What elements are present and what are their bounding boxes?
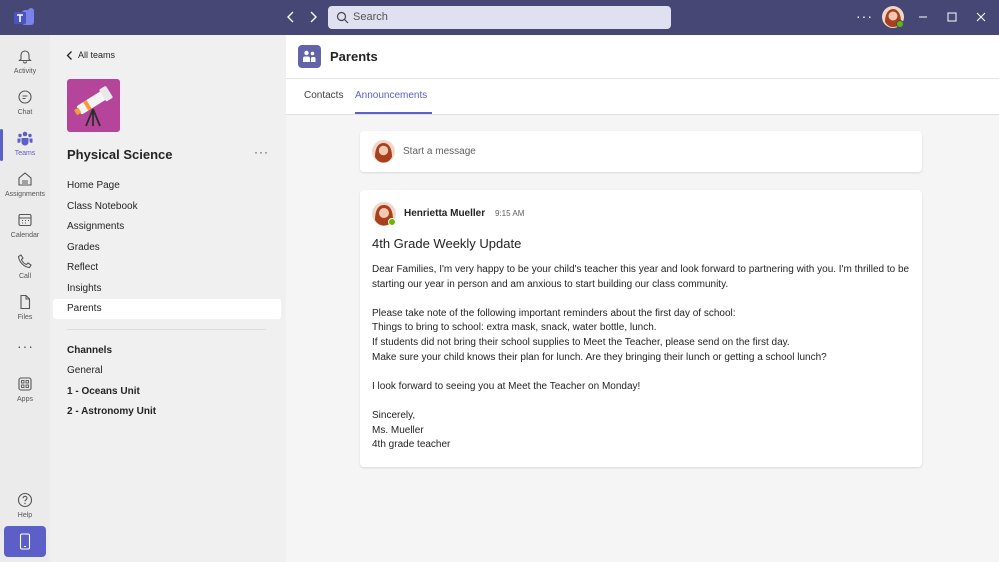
nav-item-insights[interactable]: Insights <box>53 279 281 299</box>
rail-item-activity[interactable]: Activity <box>0 43 50 83</box>
calendar-icon <box>18 213 32 227</box>
rail-item-assignments[interactable]: Assignments <box>0 166 50 206</box>
post-body-line <box>372 365 912 380</box>
back-arrow-icon[interactable] <box>283 9 299 25</box>
post-body-line <box>372 394 912 409</box>
channel-general[interactable]: General <box>67 365 103 376</box>
rail-label: Apps <box>17 396 33 403</box>
announcement-post: Henrietta Mueller 9:15 AM 4th Grade Week… <box>360 190 922 467</box>
post-body-line: Sincerely, <box>372 409 416 421</box>
forward-arrow-icon[interactable] <box>305 9 321 25</box>
help-icon <box>17 492 33 508</box>
minimize-icon[interactable] <box>916 10 930 24</box>
post-subject: 4th Grade Weekly Update <box>372 236 522 251</box>
nav-item-reflect[interactable]: Reflect <box>53 258 281 278</box>
post-body: Dear Families, I'm very happy to be your… <box>372 263 912 453</box>
people-icon <box>303 50 316 62</box>
rail-label: Assignments <box>4 191 46 198</box>
nav-item-grades[interactable]: Grades <box>53 238 281 258</box>
post-body-line: Dear Families, I'm very happy to be your… <box>372 264 910 290</box>
more-options-icon[interactable]: ··· <box>856 8 873 24</box>
compose-placeholder: Start a message <box>403 146 476 157</box>
team-sidebar: All teams Physical Science ··· Home Page… <box>50 35 286 562</box>
team-name: Physical Science <box>67 147 173 162</box>
rail-item-teams[interactable]: Teams <box>0 125 50 165</box>
team-more-options-icon[interactable]: ··· <box>254 145 269 159</box>
rail-label: Files <box>17 314 33 321</box>
chevron-left-icon <box>66 51 72 60</box>
rail-item-call[interactable]: Call <box>0 248 50 288</box>
post-author: Henrietta Mueller <box>404 208 486 219</box>
chat-icon <box>18 90 32 104</box>
compose-box[interactable]: Start a message <box>360 131 922 172</box>
post-body-line: Ms. Mueller <box>372 424 424 436</box>
post-body-line: Please take note of the following import… <box>372 307 736 319</box>
rail-item-apps[interactable]: Apps <box>0 371 50 411</box>
title-bar: Search ··· <box>0 0 999 35</box>
telescope-icon <box>74 86 113 127</box>
rail-label: Teams <box>14 150 36 157</box>
file-icon <box>20 294 31 310</box>
nav-item-home-page[interactable]: Home Page <box>53 176 281 196</box>
channels-heading: Channels <box>67 345 113 356</box>
tab-bar: Contacts Announcements <box>286 79 999 115</box>
phone-icon <box>17 254 32 269</box>
post-body-line: 4th grade teacher <box>372 439 451 451</box>
tab-announcements[interactable]: Announcements <box>355 90 427 101</box>
all-teams-label: All teams <box>78 50 116 60</box>
post-timestamp: 9:15 AM <box>495 209 525 218</box>
all-teams-link[interactable]: All teams <box>66 50 115 60</box>
teams-logo-icon[interactable] <box>13 8 35 27</box>
assignments-icon <box>18 172 32 186</box>
sidebar-divider <box>67 329 266 330</box>
tab-contacts[interactable]: Contacts <box>304 90 343 101</box>
post-body-line: Things to bring to school: extra mask, s… <box>372 322 657 334</box>
post-body-line: Make sure your child knows their plan fo… <box>372 351 827 363</box>
post-body-line <box>372 292 912 307</box>
post-body-line: I look forward to seeing you at Meet the… <box>372 380 641 392</box>
rail-label: Calendar <box>10 232 40 239</box>
rail-item-calendar[interactable]: Calendar <box>0 207 50 247</box>
phone-device-icon <box>19 533 31 550</box>
channel-astronomy-unit[interactable]: 2 - Astronomy Unit <box>67 406 156 417</box>
channel-header: Parents <box>286 35 999 79</box>
nav-item-class-notebook[interactable]: Class Notebook <box>53 197 281 217</box>
channel-oceans-unit[interactable]: 1 - Oceans Unit <box>67 386 140 397</box>
channel-title: Parents <box>330 49 378 64</box>
rail-item-help[interactable]: Help <box>0 487 50 527</box>
active-tab-indicator <box>355 112 432 114</box>
user-avatar[interactable] <box>882 6 904 28</box>
rail-item-files[interactable]: Files <box>0 289 50 329</box>
rail-label: Call <box>18 273 32 280</box>
apps-icon <box>18 377 32 391</box>
search-input[interactable]: Search <box>328 6 671 29</box>
user-avatar <box>372 140 395 163</box>
maximize-icon[interactable] <box>945 10 959 24</box>
rail-label: Activity <box>13 68 37 75</box>
channel-avatar <box>298 45 321 68</box>
nav-item-parents[interactable]: Parents <box>53 299 281 319</box>
rail-label: Chat <box>17 109 33 116</box>
mobile-device-button[interactable] <box>4 526 46 557</box>
search-placeholder: Search <box>353 11 388 23</box>
close-icon[interactable] <box>974 10 988 24</box>
nav-item-assignments[interactable]: Assignments <box>53 217 281 237</box>
rail-item-chat[interactable]: Chat <box>0 84 50 124</box>
team-avatar <box>67 79 120 132</box>
post-body-line: If students did not bring their school s… <box>372 336 790 348</box>
author-avatar[interactable] <box>372 202 396 226</box>
bell-icon <box>18 50 32 64</box>
main-content: Parents Contacts Announcements Start a m… <box>286 35 999 562</box>
search-icon <box>336 11 349 24</box>
more-apps-icon[interactable]: ··· <box>17 338 34 354</box>
app-rail: Activity Chat Teams Assignments Calendar… <box>0 35 50 562</box>
teams-icon <box>17 131 33 146</box>
rail-label: Help <box>17 512 33 519</box>
